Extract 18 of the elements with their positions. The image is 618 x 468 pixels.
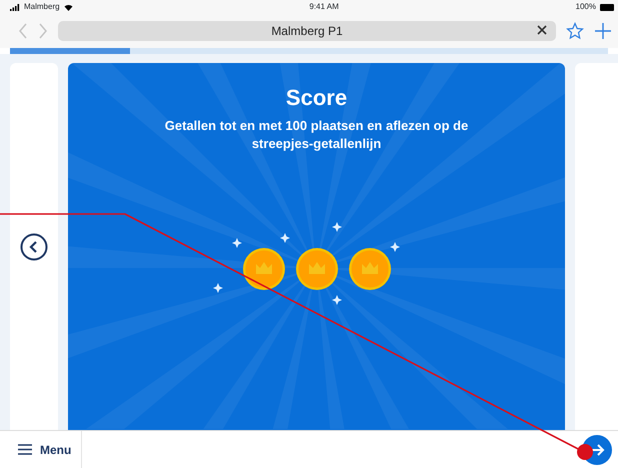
crown-coin-icon — [348, 247, 392, 292]
previous-button-icon[interactable] — [20, 232, 48, 260]
score-title: Score — [286, 85, 348, 112]
signal-icon — [10, 4, 20, 10]
close-icon[interactable] — [536, 24, 548, 36]
battery-icon — [600, 4, 614, 10]
menu-icon — [18, 444, 32, 455]
plus-icon[interactable] — [594, 22, 612, 40]
battery-percent: 100% — [576, 1, 596, 13]
crown-coin-icon — [294, 247, 338, 292]
page-title: Malmberg P1 — [271, 23, 343, 40]
crown-coin-icon — [242, 247, 286, 292]
status-time: 9:41 AM — [309, 1, 339, 13]
wifi-icon — [64, 4, 73, 10]
score-subtitle: Getallen tot en met 100 plaatsen en aflezen op de streepjes-getallenlijn — [164, 117, 470, 152]
carrier-name: Malmberg — [24, 1, 60, 13]
star-icon[interactable] — [566, 22, 584, 40]
address-field[interactable]: Malmberg P1 — [58, 21, 556, 41]
